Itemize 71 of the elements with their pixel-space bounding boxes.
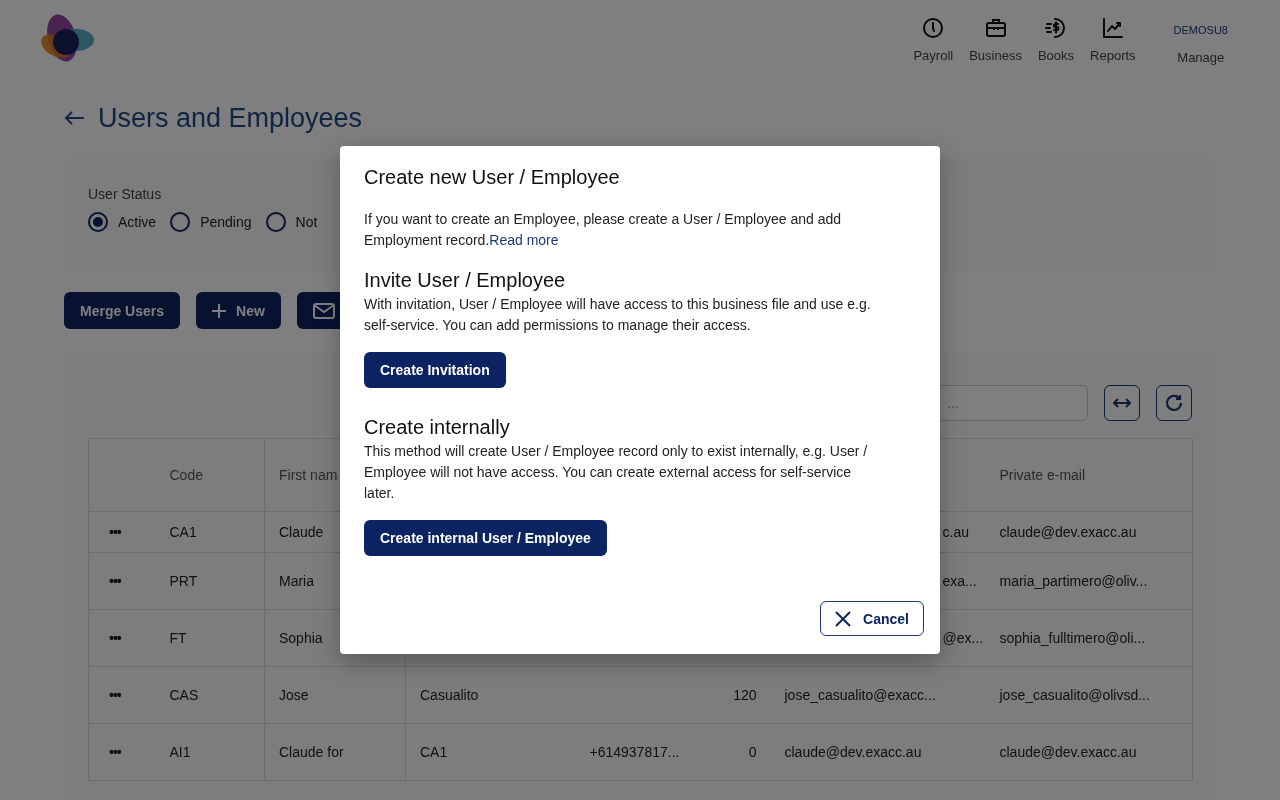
table-cell: Claude [279, 524, 324, 540]
table-cell: Jose [279, 687, 309, 703]
nav-item[interactable]: Books [1037, 16, 1075, 63]
section-heading: Create internally [364, 416, 511, 439]
manage-link[interactable]: Manage [1177, 50, 1225, 65]
double-arrow-icon [1113, 398, 1131, 408]
table-cell: Sophia [279, 630, 323, 646]
line-chart-icon [1100, 16, 1125, 40]
radio-circle[interactable] [170, 212, 191, 232]
section-text: With invitation, User / Employee will have access to this business file and use e.g. self-service. You can add permissions to manage their access. [364, 295, 872, 335]
company-name: DEMOSU8 [1173, 24, 1228, 36]
nav-item[interactable]: Reports [1090, 16, 1136, 63]
status-radio[interactable]: Active [88, 212, 157, 232]
table-cell: exa... [942, 573, 977, 589]
table-cell: jose_casualito@olivsd... [999, 687, 1150, 703]
status-radio[interactable]: Not [265, 212, 318, 232]
column-header[interactable]: Code [169, 467, 203, 483]
section-heading: Invite User / Employee [364, 269, 567, 292]
table-cell: @ex... [942, 630, 984, 646]
table-cell: c.au [942, 524, 969, 540]
briefcase-icon [983, 16, 1008, 40]
new-button[interactable]: New [196, 292, 281, 329]
radio-circle[interactable] [88, 212, 108, 232]
expand-columns-button[interactable] [1104, 385, 1140, 421]
nav-item[interactable]: Payroll [913, 16, 954, 63]
table-cell: CAS [169, 687, 199, 703]
row-menu[interactable]: ••• [109, 630, 121, 646]
back-arrow-icon[interactable] [64, 111, 84, 125]
envelope-icon [312, 302, 335, 319]
table-cell: claude@dev.exacc.au [999, 524, 1137, 540]
row-menu[interactable]: ••• [109, 573, 121, 589]
table-cell: CA1 [420, 744, 448, 760]
close-icon [835, 610, 852, 627]
nav-item[interactable]: Business [969, 16, 1022, 63]
table-cell: Maria [279, 573, 314, 589]
radio-circle[interactable] [265, 212, 286, 232]
table-cell: sophia_fulltimero@oli... [999, 630, 1146, 646]
table-cell: claude@dev.exacc.au [784, 744, 922, 760]
status-radio[interactable]: Pending [170, 212, 252, 232]
table-cell: CA1 [169, 524, 197, 540]
refresh-button[interactable] [1156, 385, 1192, 421]
table-cell: Claude for [279, 744, 344, 760]
dollar-coin-icon [1044, 16, 1068, 40]
column-header[interactable]: First nam [279, 467, 338, 483]
row-menu[interactable]: ••• [109, 524, 121, 540]
table-cell: claude@dev.exacc.au [999, 744, 1137, 760]
row-menu[interactable]: ••• [109, 687, 121, 703]
column-header[interactable]: Private e-mail [999, 467, 1086, 483]
table-cell: jose_casualito@exacc... [784, 687, 936, 703]
dialog-intro: If you want to create an Employee, please create a User / Employee and add Employment record.Read more [364, 210, 843, 250]
table-cell: Casualito [420, 687, 479, 703]
table-cell: AI1 [169, 744, 191, 760]
refresh-icon [1164, 393, 1184, 413]
section-text: This method will create User / Employee record only to exist internally, e.g. User / Employee will not have access. You can create external access for self-service later. [364, 442, 869, 503]
create-button[interactable]: Create internal User / Employee [364, 520, 607, 556]
cancel-button[interactable]: Cancel [820, 601, 924, 636]
table-cell: 120 [733, 687, 757, 703]
read-more-link[interactable]: Read more [489, 232, 559, 248]
filter-label: User Status [88, 186, 163, 202]
table-cell: maria_partimero@oliv... [999, 573, 1148, 589]
row-menu[interactable]: ••• [109, 744, 121, 760]
table-cell: PRT [169, 573, 198, 589]
plus-icon [212, 303, 227, 318]
clock-icon [921, 16, 946, 40]
table-cell: FT [169, 630, 187, 646]
dialog-title: Create new User / Employee [364, 166, 621, 189]
table-cell: 0 [748, 744, 757, 760]
page-title: Users and Employees [98, 102, 363, 134]
merge-users-button[interactable]: Merge Users [64, 292, 181, 329]
create-button[interactable]: Create Invitation [364, 352, 506, 388]
table-cell: +614937817... [589, 744, 680, 760]
